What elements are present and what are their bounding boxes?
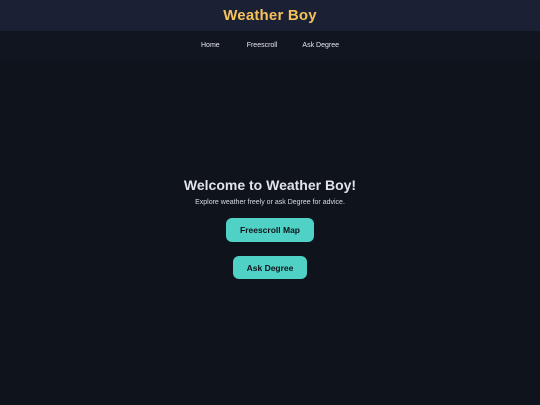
freescroll-map-button[interactable]: Freescroll Map [226, 218, 314, 242]
nav-ask-degree-link[interactable]: Ask Degree [302, 42, 339, 49]
nav-home-link[interactable]: Home [201, 42, 220, 49]
app-header: Weather Boy [0, 0, 540, 31]
ask-degree-button[interactable]: Ask Degree [233, 256, 307, 279]
welcome-subtitle: Explore weather freely or ask Degree for… [195, 199, 345, 206]
welcome-heading: Welcome to Weather Boy! [183, 177, 357, 193]
top-nav: Home Freescroll Ask Degree [0, 31, 540, 59]
nav-freescroll-link[interactable]: Freescroll [247, 42, 278, 49]
app-title: Weather Boy [223, 7, 317, 24]
